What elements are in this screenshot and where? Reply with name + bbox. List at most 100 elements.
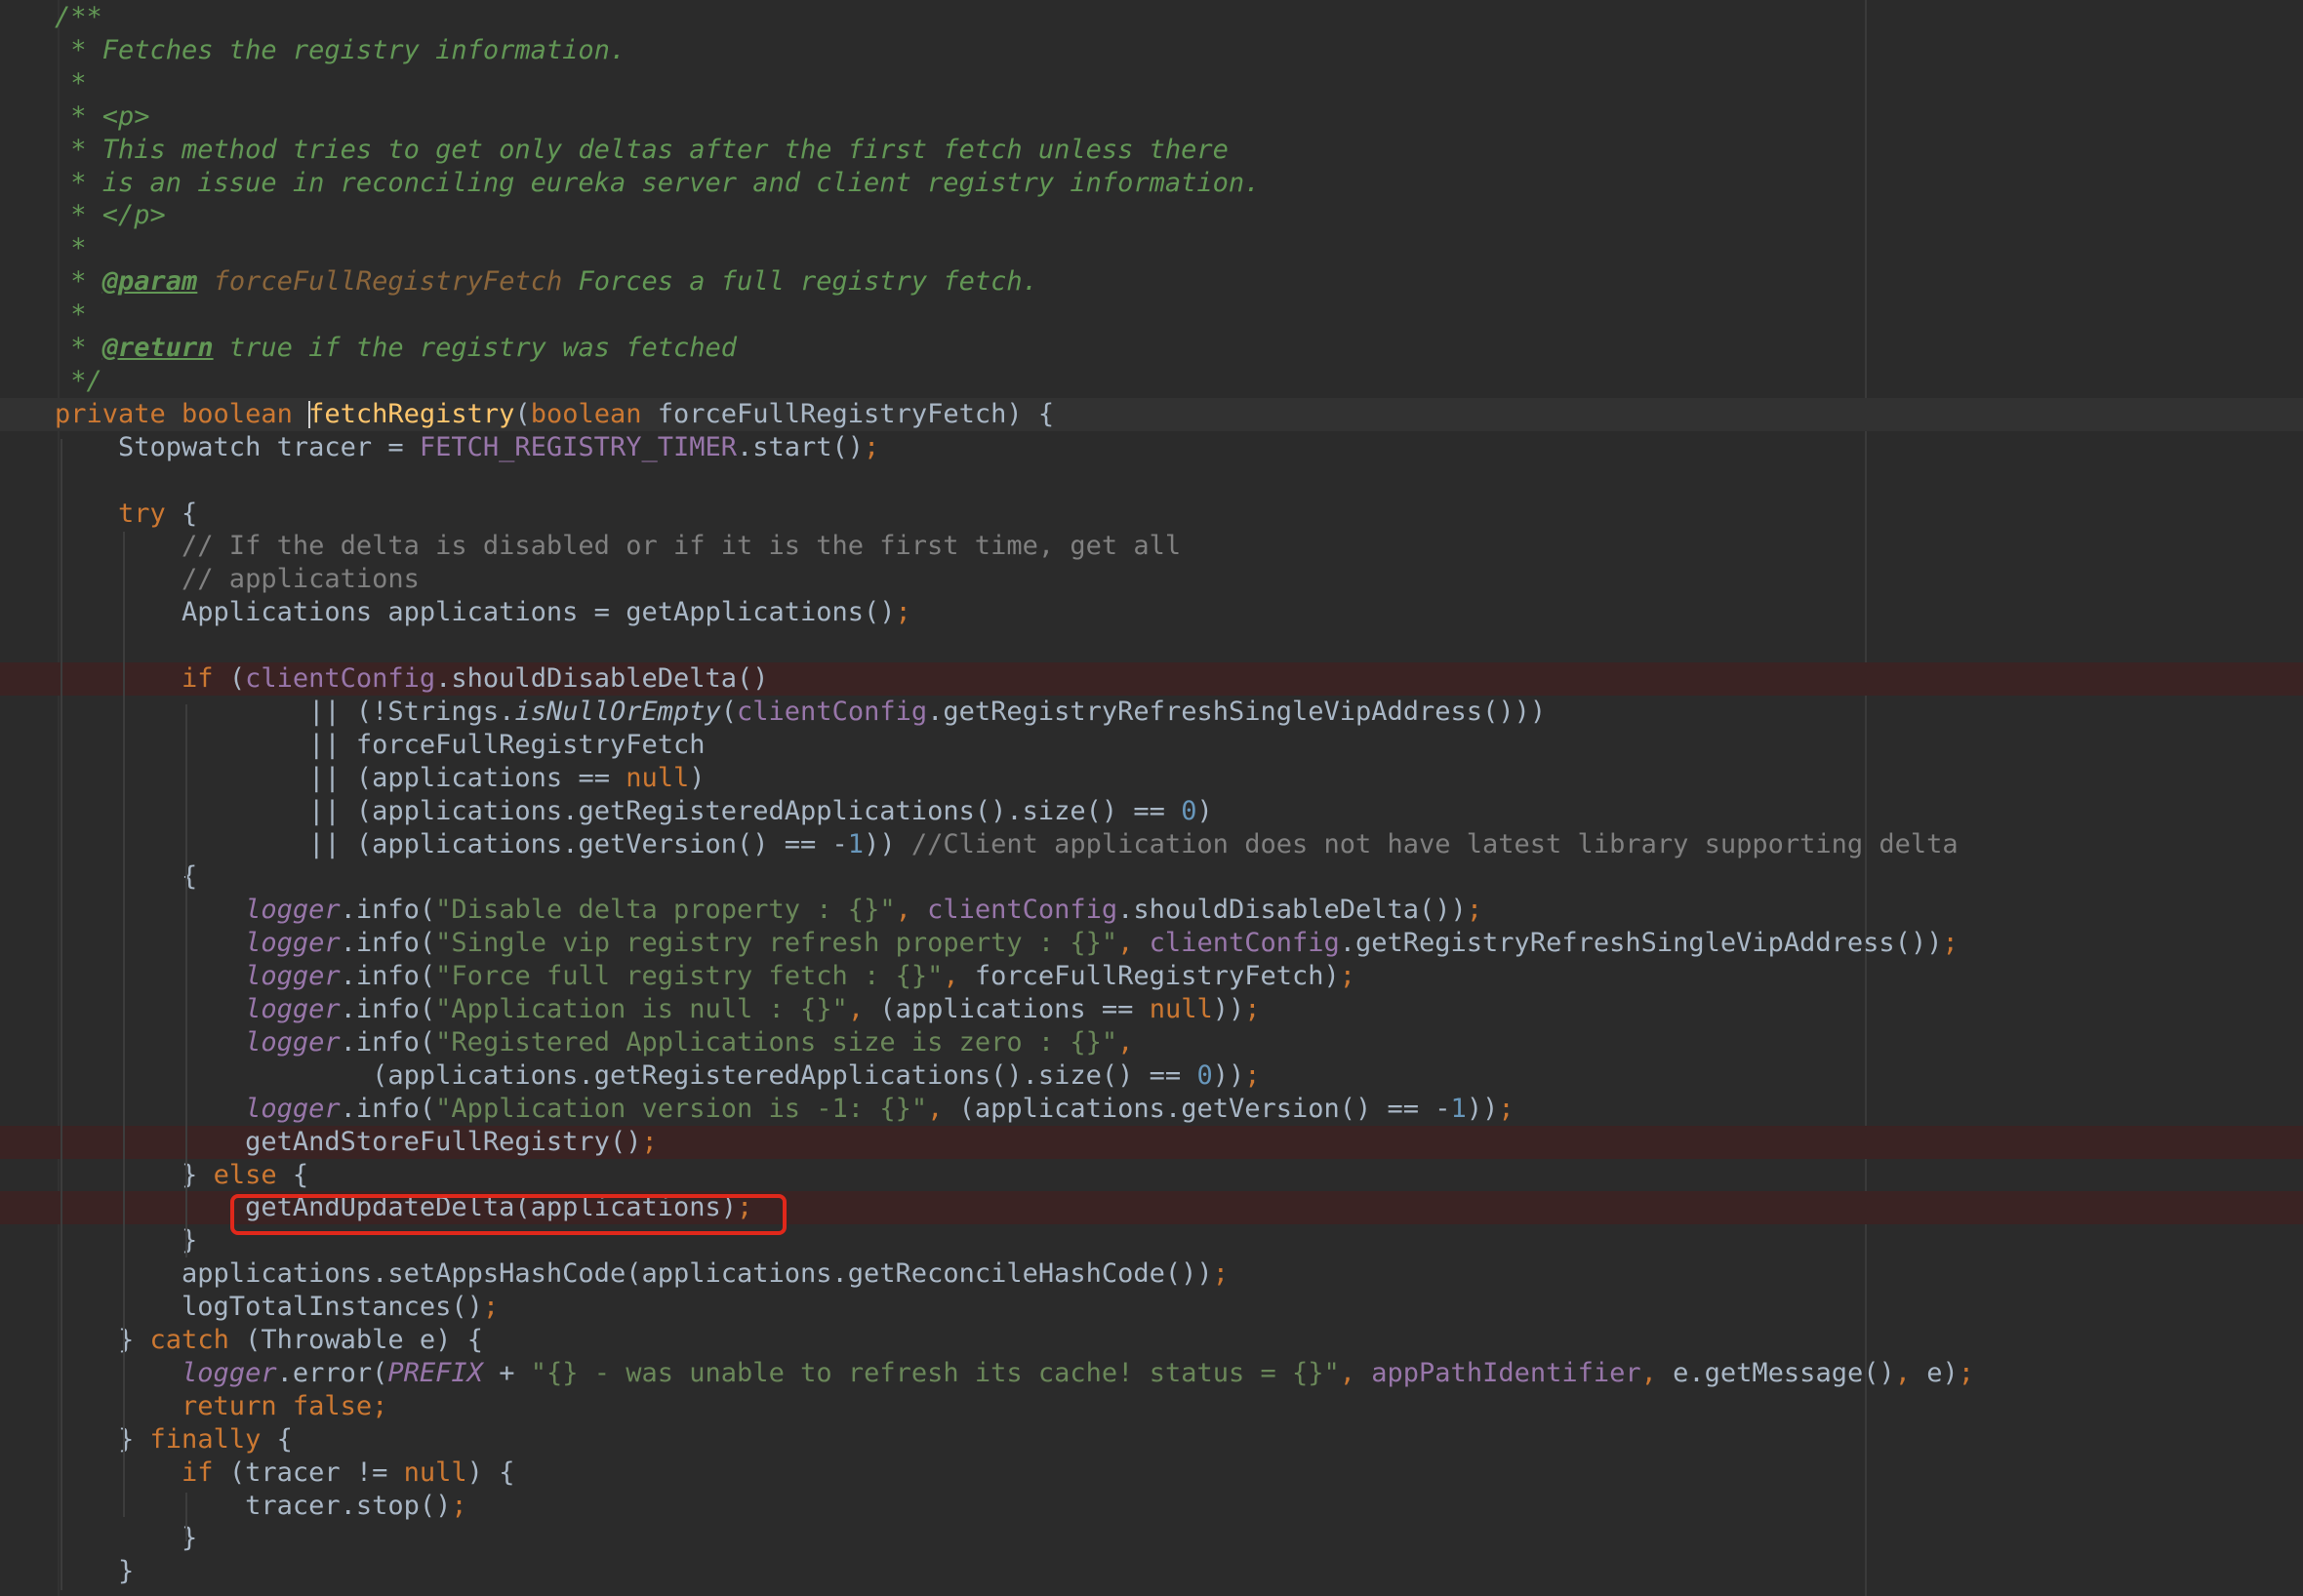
- code-line[interactable]: }: [0, 1555, 2303, 1588]
- code-line-current[interactable]: private boolean fetchRegistry(boolean fo…: [0, 397, 2303, 431]
- line-text: logger.info("Single vip registry refresh…: [55, 927, 1959, 960]
- code-line[interactable]: || (applications.getVersion() == -1)) //…: [0, 828, 2303, 861]
- code-token: (): [974, 795, 1007, 826]
- code-line[interactable]: // If the delta is disabled or if it is …: [0, 530, 2303, 563]
- code-token: ): [1006, 398, 1023, 429]
- code-line[interactable]: [0, 464, 2303, 498]
- code-line-breakpoint[interactable]: getAndStoreFullRegistry();: [0, 1125, 2303, 1159]
- code-line[interactable]: logger.info("Force full registry fetch :…: [0, 960, 2303, 993]
- code-line[interactable]: logger.info("Application version is -1: …: [0, 1093, 2303, 1126]
- code-line[interactable]: * <p>: [0, 100, 2303, 134]
- code-line[interactable]: * @return true if the registry was fetch…: [0, 332, 2303, 365]
- code-token: .getRegistryRefreshSingleVipAddress: [927, 696, 1483, 727]
- code-token: (: [419, 961, 436, 992]
- code-line[interactable]: || (!Strings.isNullOrEmpty(clientConfig.…: [0, 696, 2303, 729]
- code-token: Applications applications = getApplicati…: [55, 597, 865, 628]
- code-line[interactable]: } catch (Throwable e) {: [0, 1324, 2303, 1357]
- indent-guide: [61, 439, 62, 1590]
- code-line[interactable]: /**: [0, 1, 2303, 34]
- code-token: "Registered Applications size is zero : …: [435, 1026, 1118, 1057]
- code-token: forceFullRegistryFetch: [974, 961, 1324, 992]
- code-line[interactable]: try {: [0, 498, 2303, 531]
- line-text: *: [55, 299, 86, 332]
- code-line[interactable]: applications.setAppsHashCode(application…: [0, 1257, 2303, 1291]
- code-token: (: [419, 994, 436, 1024]
- code-token: tracer !=: [245, 1456, 404, 1488]
- code-token: Throwable e: [261, 1325, 436, 1355]
- code-token: logger: [245, 961, 341, 992]
- code-token: {: [292, 1159, 309, 1190]
- code-token: .info: [340, 928, 420, 959]
- code-line[interactable]: } finally {: [0, 1423, 2303, 1456]
- code-line[interactable]: }: [0, 1522, 2303, 1555]
- code-token: forceFullRegistryFetch: [213, 266, 563, 298]
- code-line[interactable]: */: [0, 365, 2303, 398]
- code-line[interactable]: logger.info("Registered Applications siz…: [0, 1026, 2303, 1059]
- code-line[interactable]: if (tracer != null) {: [0, 1456, 2303, 1490]
- line-text: } finally {: [55, 1423, 293, 1456]
- code-line[interactable]: *: [0, 232, 2303, 265]
- code-line[interactable]: logTotalInstances();: [0, 1291, 2303, 1324]
- code-token: null: [626, 762, 690, 793]
- code-token: +: [482, 1357, 531, 1388]
- code-line[interactable]: logger.error(PREFIX + "{} - was unable t…: [0, 1357, 2303, 1390]
- code-line-breakpoint[interactable]: if (clientConfig.shouldDisableDelta(): [0, 662, 2303, 696]
- code-token: applications.getVersion: [372, 828, 737, 859]
- code-token: }: [55, 1325, 150, 1355]
- code-line[interactable]: * </p>: [0, 199, 2303, 232]
- code-token: (: [372, 1357, 388, 1388]
- code-line[interactable]: * Fetches the registry information.: [0, 34, 2303, 67]
- code-line[interactable]: // applications: [0, 563, 2303, 596]
- code-token: (): [1101, 1059, 1134, 1091]
- code-line[interactable]: || (applications.getRegisteredApplicatio…: [0, 795, 2303, 828]
- code-line[interactable]: } else {: [0, 1159, 2303, 1192]
- code-line[interactable]: * @param forceFullRegistryFetch Forces a…: [0, 265, 2303, 299]
- code-token: ,: [1894, 1357, 1927, 1388]
- line-text: return false;: [55, 1390, 387, 1423]
- code-token: ==: [1133, 1059, 1197, 1091]
- indent-guide: [123, 532, 125, 1517]
- code-line[interactable]: *: [0, 299, 2303, 332]
- code-token: .getRegistryRefreshSingleVipAddress: [1339, 928, 1895, 959]
- code-token: }: [55, 1556, 135, 1587]
- code-line[interactable]: logger.info("Disable delta property : {}…: [0, 894, 2303, 927]
- code-line[interactable]: * is an issue in reconciling eureka serv…: [0, 167, 2303, 200]
- code-token: .size: [1006, 795, 1086, 826]
- code-token: .error: [276, 1357, 373, 1388]
- code-line[interactable]: logger.info("Single vip registry refresh…: [0, 927, 2303, 960]
- code-token: .shouldDisableDelta: [1117, 895, 1420, 926]
- code-editor[interactable]: /** * Fetches the registry information. …: [0, 0, 2303, 1596]
- code-line[interactable]: [0, 629, 2303, 662]
- code-token: (): [1419, 895, 1451, 926]
- code-token: (: [245, 1325, 262, 1355]
- code-token: ): [1228, 994, 1245, 1024]
- code-line[interactable]: || forceFullRegistryFetch: [0, 729, 2303, 762]
- code-token: ,: [847, 994, 880, 1024]
- code-line[interactable]: logger.info("Application is null : {}", …: [0, 993, 2303, 1026]
- code-line[interactable]: Stopwatch tracer = FETCH_REGISTRY_TIMER.…: [0, 431, 2303, 464]
- code-token: ): [1212, 1059, 1229, 1091]
- line-text: // If the delta is disabled or if it is …: [55, 530, 1181, 563]
- code-token: ,: [943, 961, 975, 992]
- code-token: return false;: [55, 1390, 388, 1421]
- code-line[interactable]: tracer.stop();: [0, 1490, 2303, 1523]
- code-token: !Strings.: [372, 696, 515, 727]
- code-line[interactable]: Applications applications = getApplicati…: [0, 596, 2303, 629]
- code-token: * </p>: [55, 200, 166, 231]
- code-line[interactable]: || (applications == null): [0, 762, 2303, 795]
- indent-guide: [185, 704, 187, 1257]
- code-token: ;: [895, 597, 911, 628]
- code-line[interactable]: (applications.getRegisteredApplications(…: [0, 1059, 2303, 1093]
- code-line[interactable]: *: [0, 67, 2303, 100]
- code-token: ,: [1117, 1026, 1134, 1057]
- code-token: ;: [482, 1292, 500, 1323]
- code-token: (): [1482, 696, 1515, 727]
- code-line[interactable]: {: [0, 860, 2303, 894]
- code-token: (): [737, 663, 769, 694]
- code-line[interactable]: return false;: [0, 1390, 2303, 1423]
- code-line[interactable]: * This method tries to get only deltas a…: [0, 134, 2303, 167]
- code-token: applications.getRegisteredApplications: [372, 795, 975, 826]
